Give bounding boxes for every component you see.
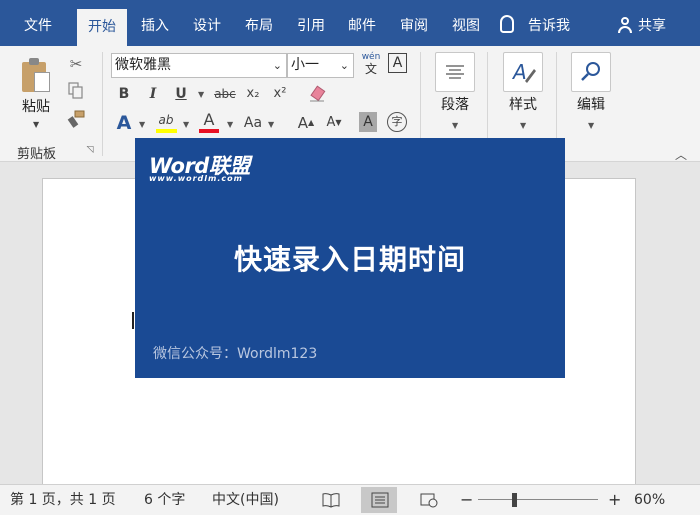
paragraph-button[interactable]	[435, 52, 475, 92]
enclose-characters-button[interactable]: 字	[387, 112, 407, 132]
font-color-dropdown-arrow[interactable]: ▼	[227, 120, 233, 129]
font-color-swatch	[199, 129, 219, 133]
character-shading-button[interactable]: A	[359, 112, 377, 132]
highlight-button[interactable]: ab	[155, 109, 177, 131]
tab-file[interactable]: 文件	[14, 0, 62, 46]
character-border-icon[interactable]: A	[388, 53, 407, 73]
dialog-launcher-icon[interactable]: ◹	[84, 144, 96, 156]
styles-label[interactable]: 样式	[498, 94, 548, 114]
tab-insert[interactable]: 插入	[131, 0, 179, 46]
font-color-button[interactable]: A	[199, 109, 219, 131]
bold-button[interactable]: B	[115, 83, 133, 105]
title-tab-bar: 文件 开始 插入 设计 布局 引用 邮件 审阅 视图 告诉我 共享	[0, 0, 700, 46]
book-icon	[322, 493, 340, 508]
tell-me-label: 告诉我	[528, 18, 570, 34]
clear-formatting-icon[interactable]	[308, 85, 328, 103]
tab-mailings[interactable]: 邮件	[338, 0, 386, 46]
share-button[interactable]: 共享	[618, 0, 666, 46]
styles-button[interactable]: A	[503, 52, 543, 92]
zoom-slider-thumb[interactable]	[512, 493, 517, 507]
paragraph-icon	[446, 65, 464, 79]
text-effects-button[interactable]: A	[114, 112, 134, 134]
styles-icon: A	[511, 60, 536, 84]
language-indicator[interactable]: 中文(中国)	[212, 485, 279, 515]
person-add-icon	[618, 17, 632, 33]
banner-footer: 微信公众号：Wordlm123	[153, 346, 318, 362]
shrink-font-button[interactable]: A▼	[324, 112, 344, 134]
tab-layout[interactable]: 布局	[235, 0, 283, 46]
zoom-in-button[interactable]: +	[608, 485, 621, 515]
banner-title: 快速录入日期时间	[233, 243, 466, 276]
lightbulb-icon	[500, 15, 514, 33]
editing-button[interactable]	[571, 52, 611, 92]
text-effects-dropdown-arrow[interactable]: ▼	[139, 120, 145, 129]
tab-view[interactable]: 视图	[442, 0, 490, 46]
share-label: 共享	[638, 18, 666, 34]
tell-me-box[interactable]: 告诉我	[500, 0, 570, 46]
font-name-value: 微软雅黑	[115, 57, 171, 73]
paste-button-label[interactable]: 粘贴	[22, 96, 50, 116]
font-size-select[interactable]: 小一 ⌄	[287, 53, 354, 78]
collapse-ribbon-icon[interactable]: ︿	[675, 146, 687, 163]
paragraph-dropdown-arrow[interactable]: ▼	[452, 121, 458, 130]
chevron-down-icon: ⌄	[339, 59, 349, 72]
text-cursor	[132, 312, 134, 329]
phonetic-top: wén	[361, 52, 381, 62]
editing-dropdown-arrow[interactable]: ▼	[588, 121, 594, 130]
grow-font-button[interactable]: A▲	[296, 112, 316, 134]
grow-font-letter: A	[297, 114, 309, 132]
styles-dropdown-arrow[interactable]: ▼	[520, 121, 526, 130]
zoom-slider[interactable]	[478, 499, 598, 500]
logo-url: www.wordlm.com	[149, 174, 243, 183]
highlight-dropdown-arrow[interactable]: ▼	[183, 120, 189, 129]
tab-design[interactable]: 设计	[183, 0, 231, 46]
phonetic-bottom: 文	[364, 62, 377, 76]
underline-dropdown-arrow[interactable]: ▼	[198, 90, 204, 99]
clipboard-group-label: 剪贴板	[17, 147, 57, 162]
web-layout-icon	[420, 493, 438, 508]
italic-button[interactable]: I	[144, 83, 162, 105]
zoom-out-button[interactable]: −	[460, 485, 473, 515]
tab-home[interactable]: 开始	[77, 9, 127, 46]
web-layout-button[interactable]	[410, 487, 446, 513]
paragraph-label[interactable]: 段落	[430, 94, 480, 114]
tab-references[interactable]: 引用	[287, 0, 335, 46]
paste-dropdown-arrow[interactable]: ▼	[33, 120, 39, 129]
page-count[interactable]: 第 1 页，共 1 页	[10, 485, 116, 515]
superscript-button[interactable]: x²	[270, 83, 290, 105]
word-count[interactable]: 6 个字	[144, 485, 185, 515]
change-case-dropdown-arrow[interactable]: ▼	[268, 120, 274, 129]
underline-button[interactable]: U	[172, 83, 190, 105]
read-mode-button[interactable]	[312, 487, 348, 513]
font-name-select[interactable]: 微软雅黑 ⌄	[111, 53, 287, 78]
paste-icon[interactable]	[22, 58, 50, 92]
tab-review[interactable]: 审阅	[390, 0, 438, 46]
highlight-color-swatch	[156, 129, 177, 133]
zoom-level[interactable]: 60%	[634, 485, 665, 515]
cut-icon[interactable]: ✂	[66, 54, 86, 74]
font-size-value: 小一	[291, 57, 319, 73]
print-layout-button[interactable]	[361, 487, 397, 513]
group-separator	[102, 52, 103, 156]
search-icon	[581, 62, 600, 81]
editing-label[interactable]: 编辑	[566, 94, 616, 114]
phonetic-guide-icon[interactable]: wén 文	[361, 52, 381, 76]
copy-icon[interactable]	[66, 82, 86, 102]
svg-text:A: A	[511, 60, 527, 84]
change-case-button[interactable]: Aa	[241, 112, 265, 134]
status-bar: 第 1 页，共 1 页 6 个字 中文(中国) − + 60%	[0, 484, 700, 515]
subscript-button[interactable]: x₂	[243, 83, 263, 105]
strikethrough-button[interactable]: abc	[212, 83, 238, 105]
print-layout-icon	[371, 492, 389, 508]
chevron-down-icon: ⌄	[272, 59, 282, 72]
format-painter-icon[interactable]	[66, 110, 86, 130]
tutorial-banner: Word联盟 www.wordlm.com 快速录入日期时间 微信公众号：Wor…	[135, 138, 565, 378]
